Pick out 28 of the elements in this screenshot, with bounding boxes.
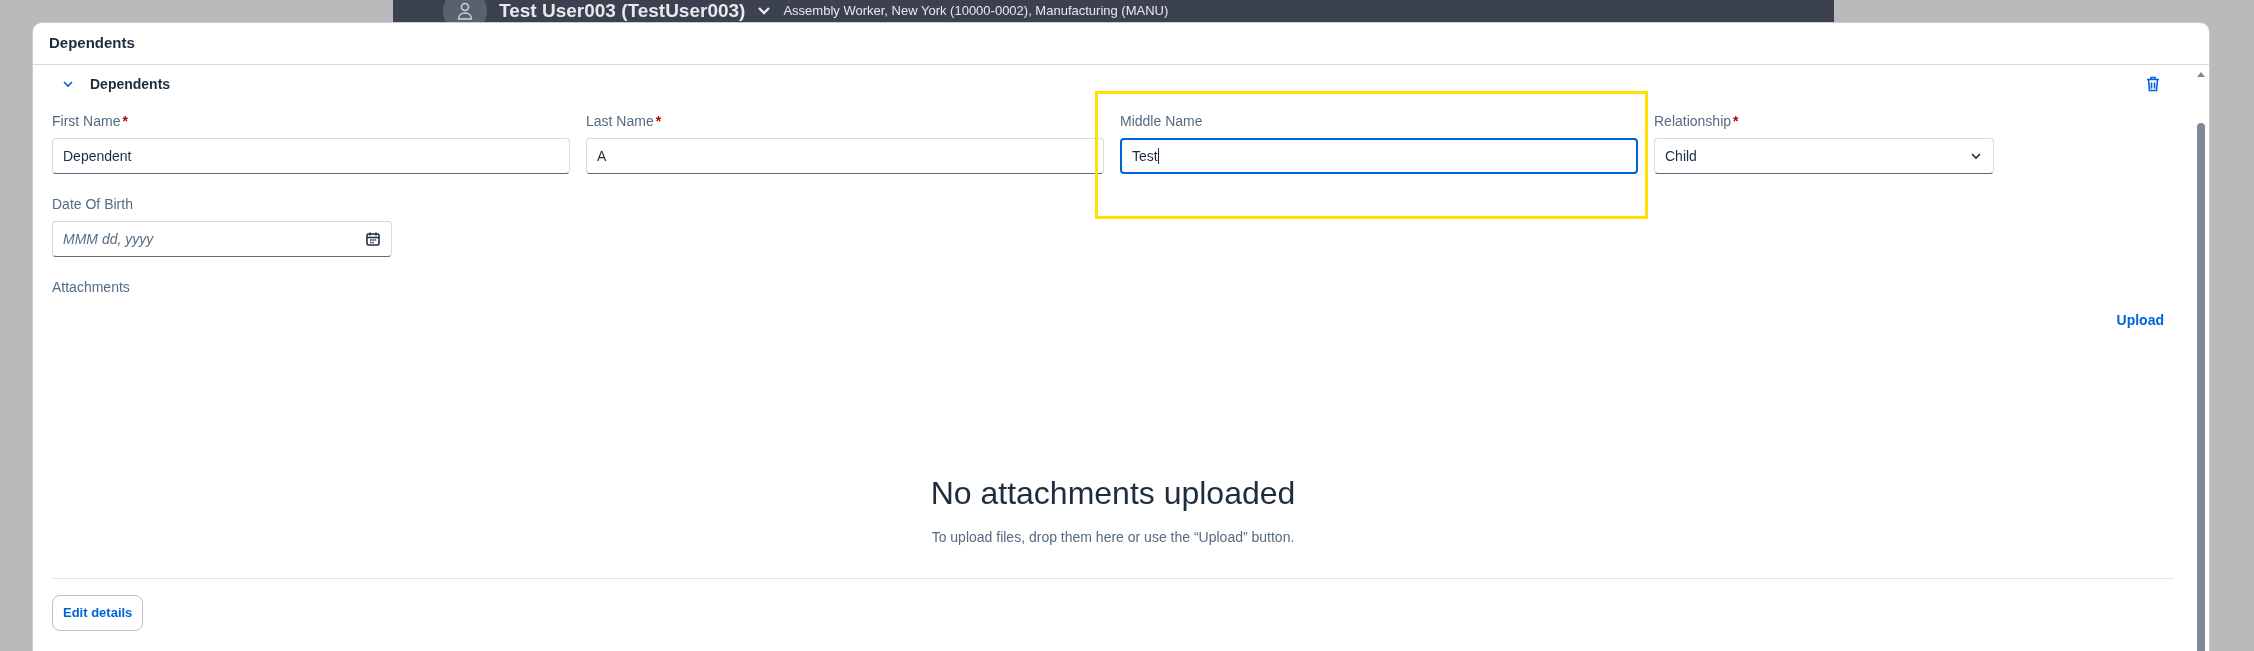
field-label: Last Name <box>586 112 654 131</box>
text-input-field[interactable]: Test <box>1120 138 1638 174</box>
edit-details-button[interactable]: Edit details <box>52 595 144 631</box>
delete-icon[interactable] <box>2146 76 2160 92</box>
attachments-label: Attachments <box>52 278 131 297</box>
required-asterisk: * <box>1733 112 1739 131</box>
chevron-down-icon[interactable] <box>757 5 772 17</box>
text-input-field[interactable]: A <box>586 138 1104 174</box>
text-input-field[interactable]: Dependent <box>52 138 570 174</box>
field-label: First Name <box>52 112 121 131</box>
dialog-title: Dependents <box>49 33 135 54</box>
field-label: Date Of Birth <box>52 195 133 214</box>
text-cursor <box>1157 148 1159 164</box>
empty-state-title: No attachments uploaded <box>930 474 1296 513</box>
employee-details: Assembly Worker, New York (10000-0002), Manufacturing (MANU) <box>783 3 1169 19</box>
required-asterisk: * <box>122 112 128 131</box>
field-label: Middle Name <box>1120 112 1203 131</box>
date-input-field[interactable]: MMM dd, yyyy <box>52 221 392 257</box>
scroll-up-icon[interactable] <box>2197 71 2205 77</box>
field-label: Relationship <box>1654 112 1732 131</box>
upload-link[interactable]: Upload <box>2116 310 2164 331</box>
empty-state-text: To upload files, drop them here or use the “Upload” button. <box>931 528 1295 547</box>
chevron-down-icon[interactable] <box>62 78 74 90</box>
section-title: Dependents <box>90 74 171 94</box>
employee-name: Test User003 (TestUser003) <box>499 0 746 22</box>
calendar-icon[interactable] <box>365 231 381 247</box>
required-asterisk: * <box>655 112 662 131</box>
select-field[interactable]: Child <box>1654 138 1994 174</box>
